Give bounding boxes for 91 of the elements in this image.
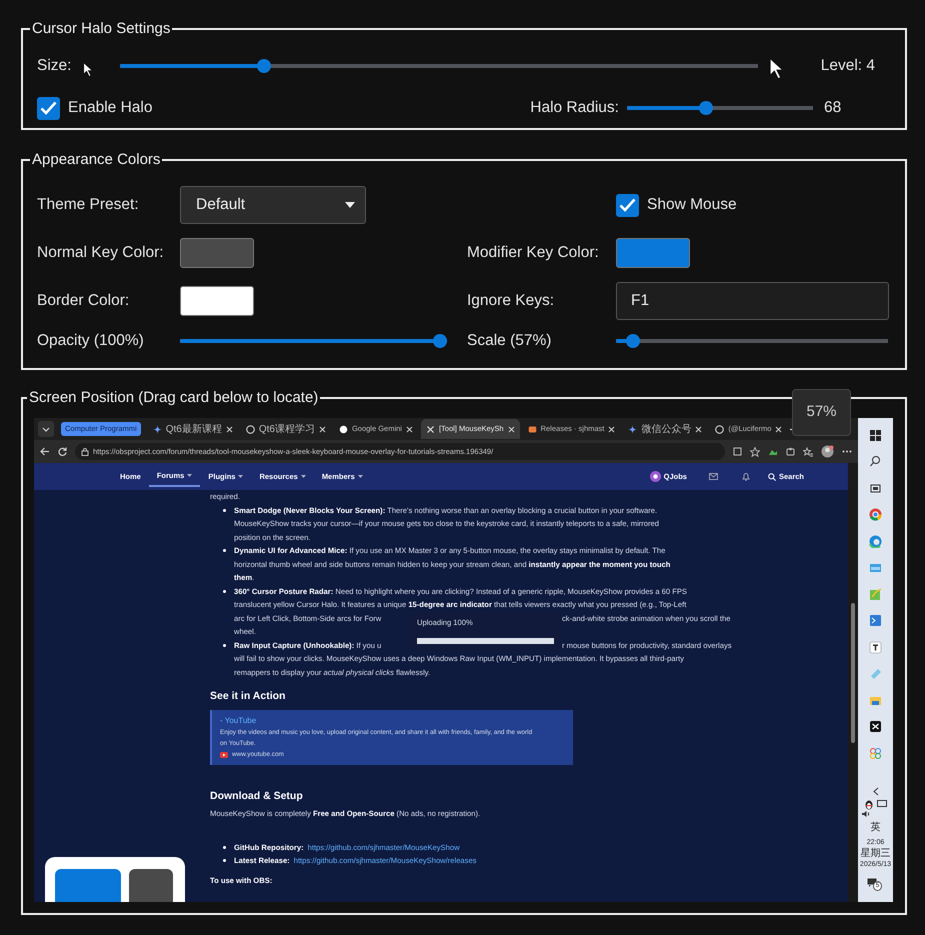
checkbox[interactable] <box>37 96 60 120</box>
star-icon[interactable] <box>750 446 760 456</box>
checkbox-label: Enable Halo <box>68 98 152 118</box>
browser-tab[interactable]: 微信公众号 <box>623 419 708 439</box>
level-text: Level: 4 <box>820 56 875 76</box>
slider-thumb[interactable] <box>626 334 640 348</box>
app-icon[interactable] <box>869 640 882 654</box>
bullet-point <box>223 846 226 848</box>
group-title: Cursor Halo Settings <box>31 21 172 37</box>
section-heading: Download & Setup <box>210 789 304 803</box>
start-icon[interactable] <box>869 428 882 442</box>
mail-icon[interactable] <box>708 473 718 480</box>
reader-icon[interactable] <box>733 447 742 456</box>
field-label: Border Color: <box>37 291 130 312</box>
browser-icon[interactable] <box>869 508 882 522</box>
back-icon[interactable] <box>40 447 50 456</box>
field-label: Halo Radius: <box>530 98 619 118</box>
video-icon <box>220 752 228 758</box>
close-icon[interactable] <box>226 426 233 432</box>
section-heading: See it in Action <box>210 689 286 703</box>
field-label: Size: <box>37 57 72 74</box>
favorites-icon[interactable] <box>803 446 813 456</box>
close-icon[interactable] <box>608 426 616 432</box>
speaker-icon[interactable] <box>862 810 871 818</box>
checkbox-label: Show Mouse <box>647 195 737 216</box>
close-icon[interactable] <box>508 426 515 432</box>
field-label: Theme Preset: <box>37 195 140 216</box>
site-icon <box>246 424 255 434</box>
mouse-pointer-icon <box>83 62 93 77</box>
puzzle-icon[interactable] <box>786 447 795 456</box>
app-icon[interactable] <box>869 720 882 734</box>
input-field[interactable]: F1 <box>616 282 889 320</box>
field-label: Scale (57%) <box>467 331 552 352</box>
bell-icon[interactable] <box>742 472 750 481</box>
slider-thumb[interactable] <box>433 334 447 348</box>
chevron-icon[interactable] <box>872 786 878 796</box>
field-label: Opacity (100%) <box>37 331 145 352</box>
search-icon <box>768 472 776 480</box>
monitor-icon[interactable] <box>876 800 886 808</box>
close-icon[interactable] <box>695 426 702 432</box>
site-icon <box>152 424 162 434</box>
penguin-icon[interactable] <box>864 800 872 810</box>
keystroke-card[interactable] <box>45 857 185 902</box>
task-view-icon[interactable] <box>869 482 882 495</box>
bullet-point <box>223 644 226 646</box>
close-icon[interactable] <box>406 426 413 432</box>
input-method-indicator[interactable]: 英 <box>870 822 880 834</box>
lock-icon <box>81 448 89 456</box>
group-title: Screen Position (Drag card below to locate) <box>28 390 320 406</box>
more-icon[interactable] <box>842 450 852 453</box>
group-title: Appearance Colors <box>31 152 162 168</box>
dropdown[interactable]: Default <box>180 186 366 224</box>
checkbox[interactable] <box>616 194 639 216</box>
color-swatch[interactable] <box>180 238 254 268</box>
extension-icon[interactable] <box>768 448 778 456</box>
scale-tooltip: 57% <box>792 389 851 436</box>
slider-thumb[interactable] <box>699 101 714 115</box>
reload-icon[interactable] <box>58 447 67 456</box>
avatar-icon[interactable] <box>821 445 834 458</box>
slider-thumb[interactable] <box>257 59 272 73</box>
site-icon <box>338 424 348 434</box>
clock-weekday: 星期三 <box>860 848 890 860</box>
link[interactable]: - YouTube <box>220 716 256 725</box>
browser-tab[interactable]: Qt6最新课程 <box>148 419 238 439</box>
bullet-point <box>223 549 226 552</box>
field-label: Normal Key Color: <box>37 243 165 264</box>
terminal-icon[interactable] <box>869 614 882 628</box>
site-icon <box>528 424 537 434</box>
site-icon <box>426 424 435 434</box>
site-icon <box>628 424 638 434</box>
notification-icon <box>867 878 877 886</box>
scrollbar[interactable] <box>848 463 858 902</box>
bullet-point <box>223 508 226 512</box>
close-icon[interactable] <box>318 426 326 432</box>
tab-search-button[interactable] <box>38 421 54 437</box>
color-swatch[interactable] <box>180 286 254 316</box>
field-label: Ignore Keys: <box>467 291 556 312</box>
chevron-down-icon <box>42 426 50 432</box>
close-icon[interactable] <box>775 426 782 432</box>
site-icon <box>715 424 724 434</box>
color-swatch[interactable] <box>616 238 690 268</box>
search-icon[interactable] <box>869 455 882 468</box>
browser-tab[interactable]: Qt6课程学习 <box>240 419 331 439</box>
bullet-point <box>223 859 226 862</box>
value-text: 68 <box>823 98 842 118</box>
field-label: Modifier Key Color: <box>467 243 600 264</box>
browser-icon[interactable] <box>869 534 882 548</box>
jobs-icon <box>650 471 661 482</box>
caret-icon <box>345 202 355 208</box>
mouse-pointer-icon <box>769 57 784 80</box>
bullet-point <box>223 590 226 592</box>
